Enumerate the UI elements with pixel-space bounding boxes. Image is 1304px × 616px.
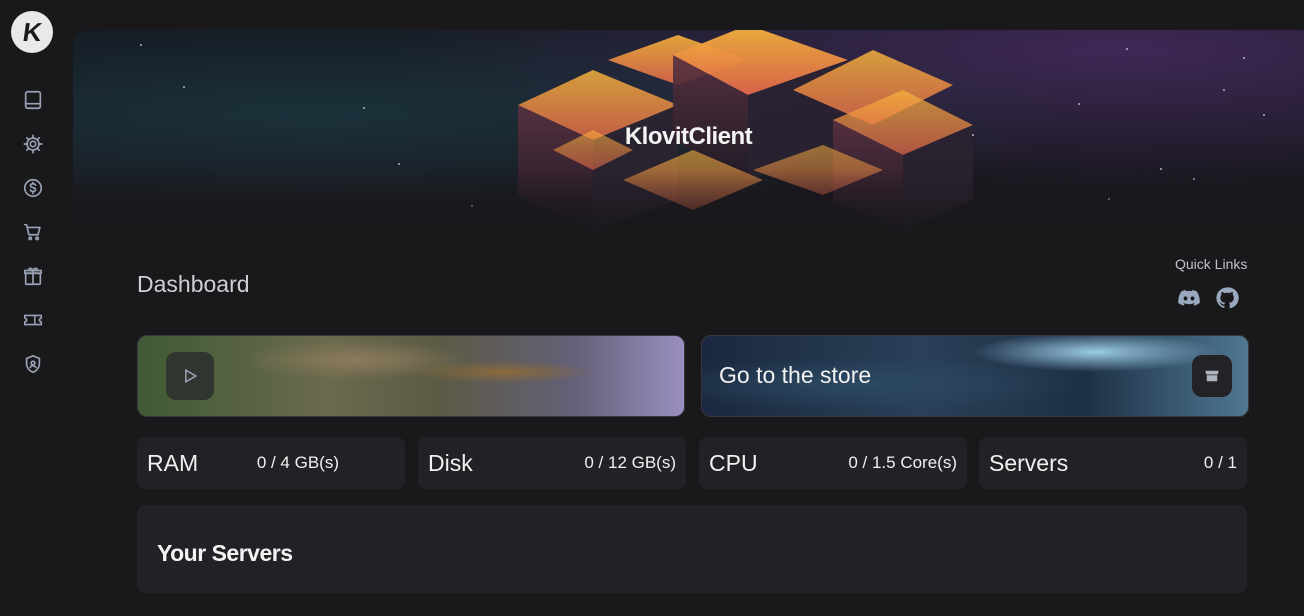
play-banner[interactable] — [137, 335, 685, 417]
sidebar-item-book[interactable] — [20, 87, 46, 113]
store-icon — [1205, 370, 1219, 382]
stat-disk: Disk 0 / 12 GB(s) — [418, 437, 686, 489]
stat-ram: RAM 0 / 4 GB(s) — [137, 437, 405, 489]
store-label: Go to the store — [719, 362, 872, 388]
sidebar-item-settings[interactable] — [20, 131, 46, 157]
star — [1078, 103, 1080, 105]
github-link[interactable] — [1214, 286, 1240, 310]
quick-links-label: Quick Links — [1175, 256, 1248, 272]
ticket-icon — [23, 314, 43, 326]
stat-label: Servers — [989, 449, 1069, 476]
star — [363, 107, 365, 109]
dollar-icon — [23, 178, 43, 198]
hero-fade — [73, 170, 1304, 240]
page-title: Dashboard — [137, 271, 250, 297]
book-icon — [24, 90, 42, 110]
cart-icon — [23, 223, 41, 241]
store-banner[interactable]: Go to the store — [701, 335, 1249, 417]
stat-label: RAM — [147, 449, 199, 476]
play-button[interactable] — [166, 352, 214, 400]
github-icon — [1216, 287, 1239, 309]
your-servers-panel: Your Servers — [137, 505, 1247, 593]
sidebar-item-store[interactable] — [20, 219, 46, 245]
sidebar: K — [0, 0, 66, 616]
discord-link[interactable] — [1176, 286, 1202, 310]
stat-servers: Servers 0 / 1 — [979, 437, 1247, 489]
sidebar-item-ticket[interactable] — [20, 307, 46, 333]
stat-label: CPU — [709, 449, 758, 476]
star — [140, 44, 142, 46]
stat-cpu: CPU 0 / 1.5 Core(s) — [699, 437, 967, 489]
stat-value: 0 / 12 GB(s) — [584, 453, 676, 472]
store-button[interactable] — [1192, 355, 1232, 397]
discord-icon — [1178, 290, 1200, 306]
sidebar-item-security[interactable] — [20, 351, 46, 377]
hero-banner: KlovitClient — [73, 30, 1304, 240]
stat-value: 0 / 4 GB(s) — [256, 453, 339, 472]
star — [1223, 89, 1225, 91]
app-logo[interactable]: K — [11, 11, 53, 53]
sidebar-item-billing[interactable] — [20, 175, 46, 201]
logo-letter: K — [20, 16, 44, 47]
stat-value: 0 / 1.5 Core(s) — [848, 453, 957, 472]
sidebar-item-gift[interactable] — [20, 263, 46, 289]
stat-label: Disk — [428, 449, 473, 476]
star — [1263, 114, 1265, 116]
play-icon — [185, 368, 198, 384]
star — [398, 163, 400, 165]
stat-value: 0 / 1 — [1203, 453, 1237, 472]
brand-title: KlovitClient — [624, 123, 753, 150]
gift-icon — [23, 267, 43, 286]
star — [183, 86, 185, 88]
star — [1243, 57, 1245, 59]
shield-icon — [25, 354, 41, 374]
servers-title: Your Servers — [157, 540, 293, 566]
star — [1126, 48, 1128, 50]
gear-icon — [23, 134, 43, 154]
